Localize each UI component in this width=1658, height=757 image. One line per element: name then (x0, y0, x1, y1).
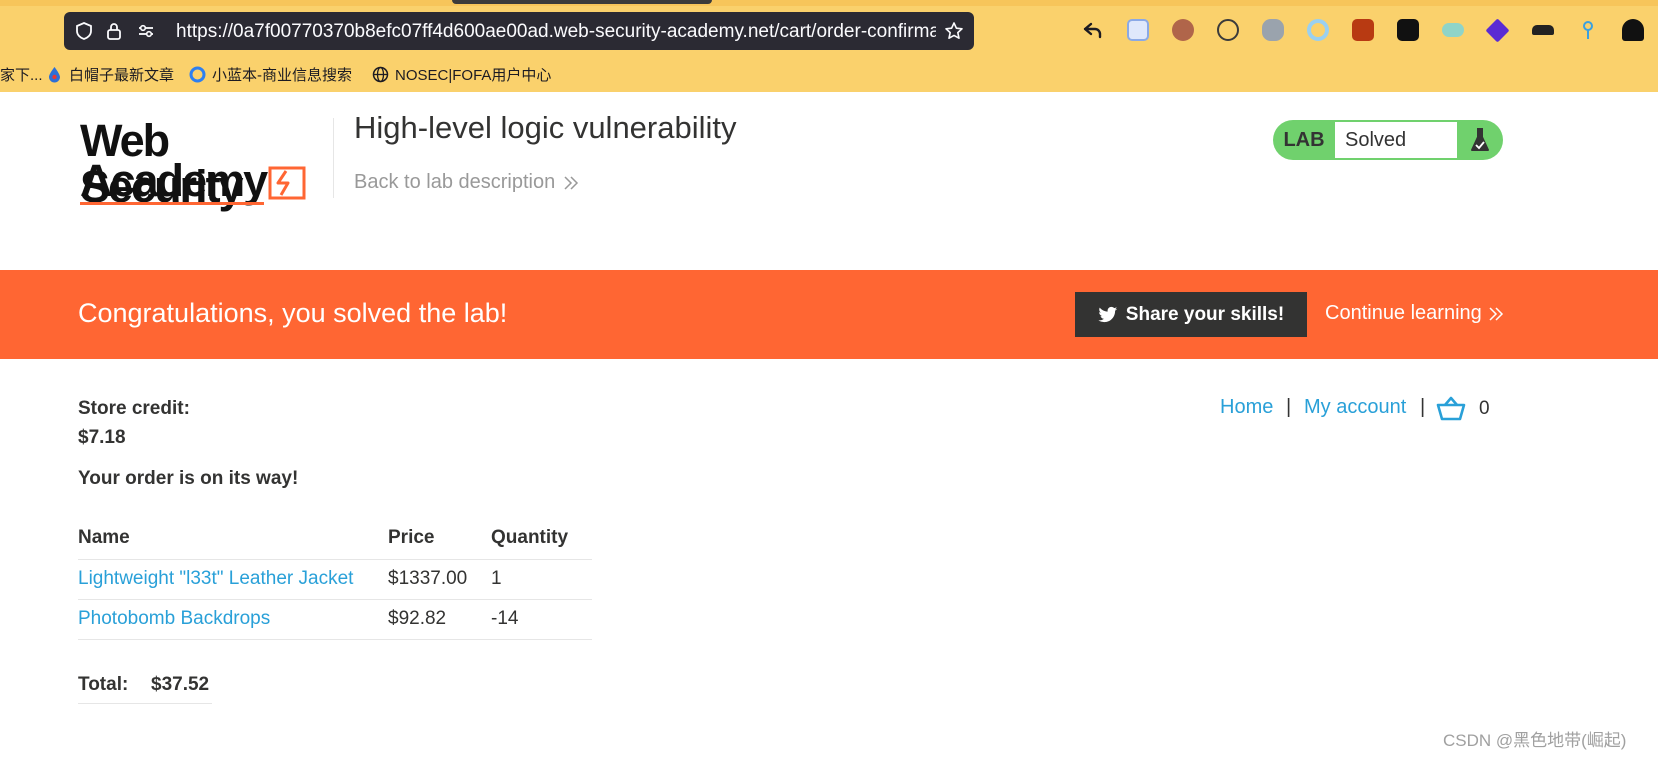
product-price: $92.82 (388, 608, 447, 629)
logo-bolt-icon (268, 166, 306, 200)
lab-badge-label: LAB (1283, 129, 1325, 151)
globe-icon (372, 66, 389, 83)
total-label: Total: (78, 674, 129, 695)
bookmark-item[interactable]: 小蓝本-商业信息搜索 (189, 64, 352, 85)
bookmark-item[interactable]: 家下... (0, 64, 43, 85)
browser-chrome: https://0a7f00770370b8efc07ff4d600ae00ad… (0, 0, 1658, 92)
toggle-extension-icon[interactable] (1430, 16, 1475, 44)
header-divider (333, 118, 334, 198)
product-name-link[interactable]: Lightweight "l33t" Leather Jacket (78, 568, 353, 590)
lab-title: High-level logic vulnerability (354, 110, 737, 145)
solved-banner: Congratulations, you solved the lab! Sha… (0, 270, 1658, 359)
column-header-name: Name (78, 527, 130, 548)
table-row: Photobomb Backdrops $92.82 -14 (78, 600, 592, 640)
cookie-extension-icon[interactable] (1160, 16, 1205, 44)
permissions-icon[interactable] (136, 21, 156, 41)
shield-icon[interactable] (74, 21, 94, 41)
lab-status-text: Solved (1335, 122, 1457, 158)
lock-icon[interactable] (104, 21, 124, 41)
order-table: Name Price Quantity Lightweight "l33t" L… (78, 525, 592, 640)
bookmark-item[interactable]: 白帽子最新文章 (46, 64, 174, 85)
extension-toolbar (1070, 16, 1655, 44)
diamond-extension-icon[interactable] (1475, 16, 1520, 44)
address-bar[interactable]: https://0a7f00770370b8efc07ff4d600ae00ad… (64, 12, 974, 50)
double-chevron-right-icon (564, 175, 579, 190)
table-header-row: Name Price Quantity (78, 525, 592, 560)
continue-learning-label: Continue learning (1325, 302, 1482, 324)
q-logo-icon (189, 66, 206, 83)
browser-top-strip (0, 0, 1658, 6)
double-chevron-right-icon (1489, 306, 1503, 321)
bookmark-label: NOSEC|FOFA用户中心 (395, 67, 552, 84)
csdn-watermark: CSDN @黑色地带(崛起) (1443, 731, 1627, 750)
back-arrow-icon[interactable] (1070, 16, 1115, 44)
logo-text-line2: Academy (80, 155, 268, 206)
puzzle-extension-icon[interactable] (1250, 16, 1295, 44)
bookmark-label: 家下... (0, 67, 43, 84)
order-confirmation-message: Your order is on its way! (78, 468, 299, 489)
product-price: $1337.00 (388, 568, 468, 589)
store-credit-value: $7.18 (78, 427, 126, 448)
share-button-label: Share your skills! (1125, 303, 1285, 325)
order-total: Total: $37.52 (78, 670, 212, 704)
bookmark-item[interactable]: NOSEC|FOFA用户中心 (372, 64, 551, 85)
column-header-quantity: Quantity (491, 527, 569, 548)
lab-status-badge: LAB Solved (1273, 120, 1503, 160)
nav-my-account-link[interactable]: My account (1304, 396, 1406, 419)
total-value: $37.52 (151, 674, 210, 695)
burp-extension-icon[interactable] (1340, 16, 1385, 44)
hat-extension-icon[interactable] (1520, 16, 1565, 44)
glasses-extension-icon[interactable] (1385, 16, 1430, 44)
hacker-extension-icon[interactable] (1610, 16, 1655, 44)
share-your-skills-button[interactable]: Share your skills! (1075, 292, 1307, 337)
water-drop-icon (49, 67, 60, 83)
column-header-price: Price (388, 527, 435, 548)
cart-icon[interactable] (1436, 396, 1466, 422)
bookmark-label: 小蓝本-商业信息搜索 (212, 67, 352, 84)
nav-separator: | (1286, 396, 1292, 418)
pin-extension-icon[interactable] (1565, 16, 1610, 44)
bird-extension-icon[interactable] (1115, 16, 1160, 44)
twitter-icon (1098, 306, 1117, 322)
ring-extension-icon[interactable] (1295, 16, 1340, 44)
table-row: Lightweight "l33t" Leather Jacket $1337.… (78, 560, 592, 600)
cookie-outline-extension-icon[interactable] (1205, 16, 1250, 44)
active-tab-edge[interactable] (452, 0, 712, 4)
nav-home-link[interactable]: Home (1220, 396, 1273, 419)
product-name-link[interactable]: Photobomb Backdrops (78, 608, 270, 630)
product-quantity: 1 (491, 568, 502, 589)
url-text[interactable]: https://0a7f00770370b8efc07ff4d600ae00ad… (176, 21, 936, 43)
nav-separator: | (1420, 396, 1426, 418)
flask-icon (1457, 120, 1503, 160)
web-security-academy-logo[interactable]: Web Security Academy (80, 118, 330, 210)
logo-underline (80, 202, 264, 205)
congratulations-message: Congratulations, you solved the lab! (78, 298, 508, 328)
back-to-lab-description-link[interactable]: Back to lab description (354, 171, 579, 194)
cart-count: 0 (1479, 398, 1490, 419)
store-credit-label: Store credit: (78, 398, 190, 419)
back-link-label: Back to lab description (354, 171, 556, 193)
bookmark-star-icon[interactable] (944, 21, 964, 41)
continue-learning-link[interactable]: Continue learning (1325, 302, 1504, 325)
bookmark-label: 白帽子最新文章 (69, 67, 175, 84)
product-quantity: -14 (491, 608, 519, 629)
